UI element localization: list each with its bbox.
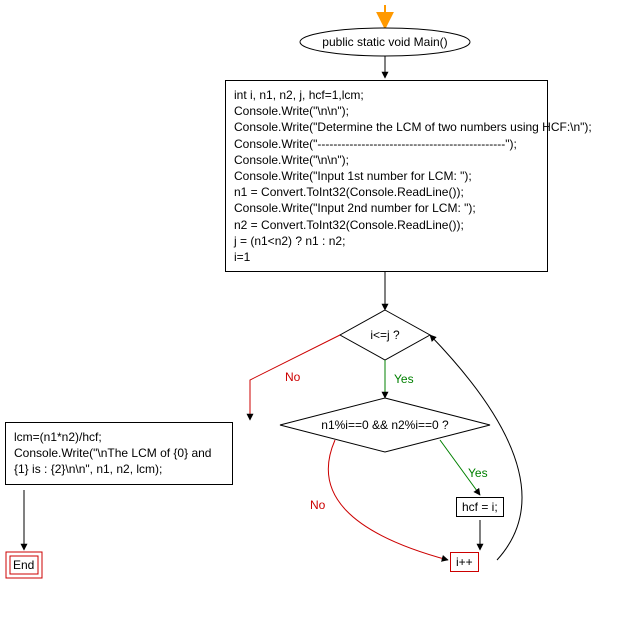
branch-yes-2: Yes [468, 466, 488, 480]
branch-no-2: No [310, 498, 325, 512]
start-node: public static void Main() [300, 35, 470, 49]
code-block-main: int i, n1, n2, j, hcf=1,lcm; Console.Wri… [225, 80, 548, 272]
branch-no-1: No [285, 370, 300, 384]
decision-loop-condition: i<=j ? [360, 328, 410, 342]
decision-divisible: n1%i==0 && n2%i==0 ? [310, 418, 460, 432]
code-block-result: lcm=(n1*n2)/hcf; Console.Write("\nThe LC… [5, 422, 233, 485]
assign-hcf: hcf = i; [456, 497, 504, 517]
increment-i: i++ [450, 552, 479, 572]
branch-yes-1: Yes [394, 372, 414, 386]
end-node: End [13, 558, 34, 572]
